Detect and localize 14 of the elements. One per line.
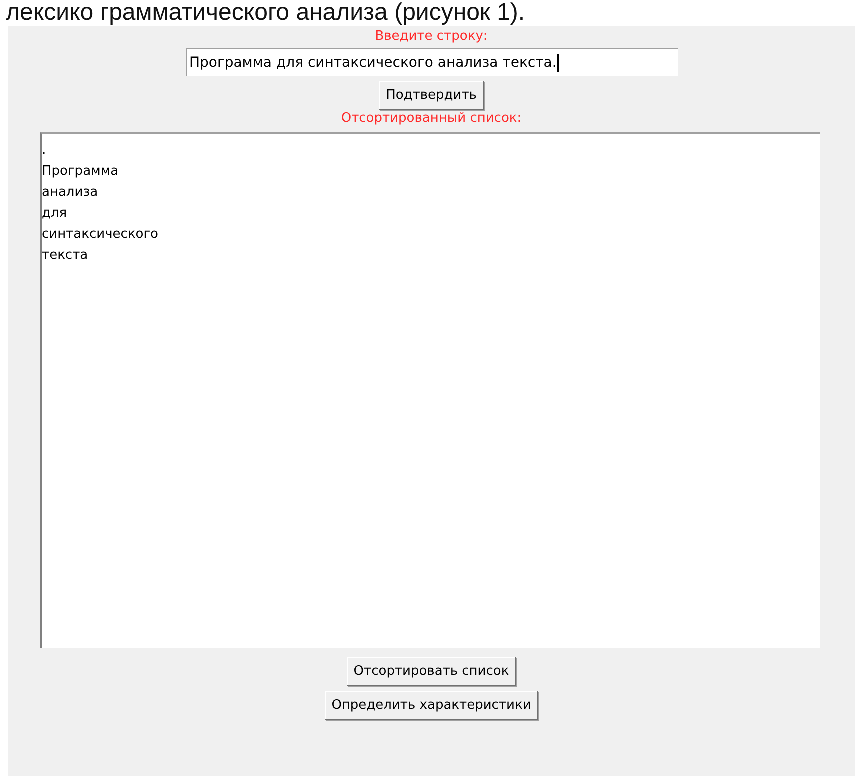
list-item[interactable]: . <box>42 140 820 161</box>
list-item[interactable]: Программа <box>42 161 820 182</box>
list-item[interactable]: для <box>42 203 820 224</box>
input-label: Введите строку: <box>375 28 488 46</box>
action-button[interactable]: Определить характеристики <box>324 691 538 720</box>
list-item[interactable]: синтаксического <box>42 224 820 245</box>
action-button[interactable]: Отсортировать список <box>346 657 516 686</box>
sorted-list[interactable]: . Программа анализа для синтаксического текста <box>40 132 820 648</box>
list-item[interactable]: анализа <box>42 182 820 203</box>
confirm-button[interactable]: Подтвердить <box>379 81 484 110</box>
list-item[interactable]: текста <box>42 245 820 266</box>
input-field[interactable]: Программа для синтаксического анализа текста. <box>186 48 678 76</box>
document-caption: лексико грамматического анализа (рисунок 1). <box>5 0 526 26</box>
list-label: Отсортированный список: <box>341 110 522 128</box>
